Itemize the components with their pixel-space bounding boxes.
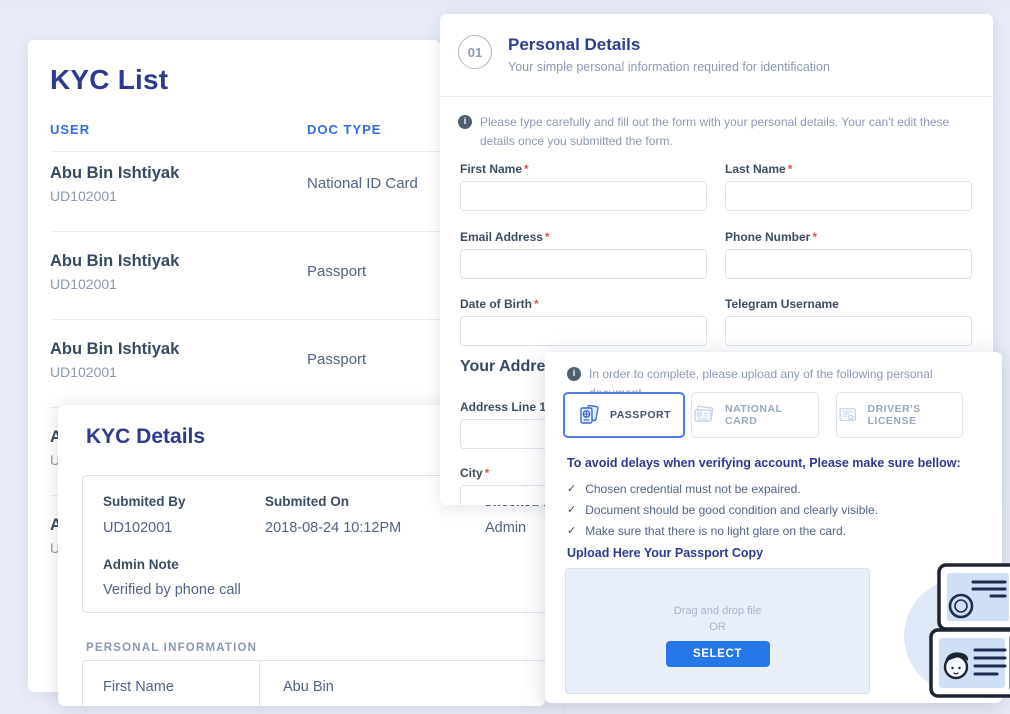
submitted-on-value: 2018-08-24 10:12PM <box>265 520 401 536</box>
date-of-birth-input[interactable] <box>460 316 707 346</box>
personal-details-title: Personal Details <box>508 35 640 55</box>
national-card-icon <box>692 403 716 427</box>
city-label: City* <box>460 466 489 480</box>
phone-number-input[interactable] <box>725 249 972 279</box>
header-divider <box>50 151 440 152</box>
info-icon: i <box>458 115 472 129</box>
submitted-by-value: UD102001 <box>103 520 172 536</box>
check-icon: ✓ <box>567 524 576 539</box>
first-name-label: First Name* <box>460 162 529 176</box>
user-name: Abu Bin Ishtiyak <box>50 338 440 359</box>
check-icon: ✓ <box>567 503 576 518</box>
section-divider <box>440 96 993 97</box>
kyc-list-row[interactable]: Abu Bin Ishtiyak UD102001 Passport <box>50 250 440 338</box>
doc-option-passport[interactable]: PASSPORT <box>563 392 685 438</box>
doc-option-label: DRIVER'S LICENSE <box>867 403 962 427</box>
address-line-1-label: Address Line 1* <box>460 400 553 414</box>
kyc-details-title: KYC Details <box>86 425 205 449</box>
info-icon: i <box>567 367 581 381</box>
first-name-input[interactable] <box>460 181 707 211</box>
table-row-value: Abu Bin <box>283 679 334 695</box>
column-header-doc-type[interactable]: DOC TYPE <box>307 122 381 137</box>
email-address-label: Email Address* <box>460 230 550 244</box>
doc-option-label: PASSPORT <box>610 409 671 421</box>
checklist-item: ✓ Document should be good condition and … <box>567 503 878 518</box>
checklist-item-text: Chosen credential must not be expaired. <box>585 482 800 496</box>
dropzone-or-label: OR <box>709 621 726 633</box>
kyc-list-row[interactable]: Abu Bin Ishtiyak UD102001 National ID Ca… <box>50 162 440 250</box>
checklist-item-text: Make sure that there is no light glare o… <box>585 524 846 538</box>
phone-number-label: Phone Number* <box>725 230 817 244</box>
required-mark: * <box>534 297 539 311</box>
doc-option-label: NATIONAL CARD <box>725 403 818 427</box>
file-dropzone[interactable]: Drag and drop file OR SELECT <box>565 568 870 694</box>
row-divider <box>50 231 440 232</box>
personal-details-subtitle: Your simple personal information require… <box>508 60 830 74</box>
admin-note-label: Admin Note <box>103 557 179 572</box>
telegram-username-label: Telegram Username <box>725 297 839 311</box>
id-cards-illustration <box>903 556 1010 706</box>
kyc-list-title: KYC List <box>50 64 168 96</box>
date-of-birth-label: Date of Birth* <box>460 297 539 311</box>
last-name-input[interactable] <box>725 181 972 211</box>
user-id: UD102001 <box>50 364 440 380</box>
doc-type: Passport <box>307 351 366 368</box>
email-address-input[interactable] <box>460 249 707 279</box>
doc-type: Passport <box>307 263 366 280</box>
form-note: i Please type carefully and fill out the… <box>458 113 966 150</box>
checklist-item-text: Document should be good condition and cl… <box>585 503 878 517</box>
last-name-label: Last Name* <box>725 162 792 176</box>
table-column-divider <box>259 661 260 714</box>
required-mark: * <box>812 230 817 244</box>
checked-by-value: Admin <box>485 520 526 536</box>
required-mark: * <box>524 162 529 176</box>
dropzone-drag-label: Drag and drop file <box>674 605 761 617</box>
check-icon: ✓ <box>567 482 576 497</box>
doc-option-drivers-license[interactable]: DRIVER'S LICENSE <box>836 392 963 438</box>
doc-option-national-card[interactable]: NATIONAL CARD <box>691 392 819 438</box>
passport-icon <box>577 403 601 427</box>
required-mark: * <box>485 466 490 480</box>
submitted-on-label: Submited On <box>265 494 349 509</box>
column-header-user[interactable]: USER <box>50 122 90 137</box>
submitted-by-label: Submited By <box>103 494 186 509</box>
required-mark: * <box>788 162 793 176</box>
table-row-label: First Name <box>103 679 174 695</box>
admin-note-value: Verified by phone call <box>103 582 241 598</box>
verification-warning-title: To avoid delays when verifying account, … <box>567 456 961 470</box>
drivers-license-icon <box>837 403 858 427</box>
personal-information-table: First Name Abu Bin <box>82 660 564 714</box>
checklist-item: ✓ Make sure that there is no light glare… <box>567 524 846 539</box>
doc-type: National ID Card <box>307 175 418 192</box>
personal-information-section-label: PERSONAL INFORMATION <box>86 642 257 654</box>
upload-area-title: Upload Here Your Passport Copy <box>567 546 763 560</box>
row-divider <box>50 319 440 320</box>
step-number-badge: 01 <box>458 35 492 69</box>
user-id: UD102001 <box>50 276 440 292</box>
form-note-text: Please type carefully and fill out the f… <box>480 113 966 150</box>
telegram-username-input[interactable] <box>725 316 972 346</box>
kyc-admin-screen: KYC List USER DOC TYPE Abu Bin Ishtiyak … <box>0 0 1010 714</box>
select-file-button[interactable]: SELECT <box>666 641 770 667</box>
user-name: Abu Bin Ishtiyak <box>50 250 440 271</box>
required-mark: * <box>545 230 550 244</box>
checklist-item: ✓ Chosen credential must not be expaired… <box>567 482 801 497</box>
